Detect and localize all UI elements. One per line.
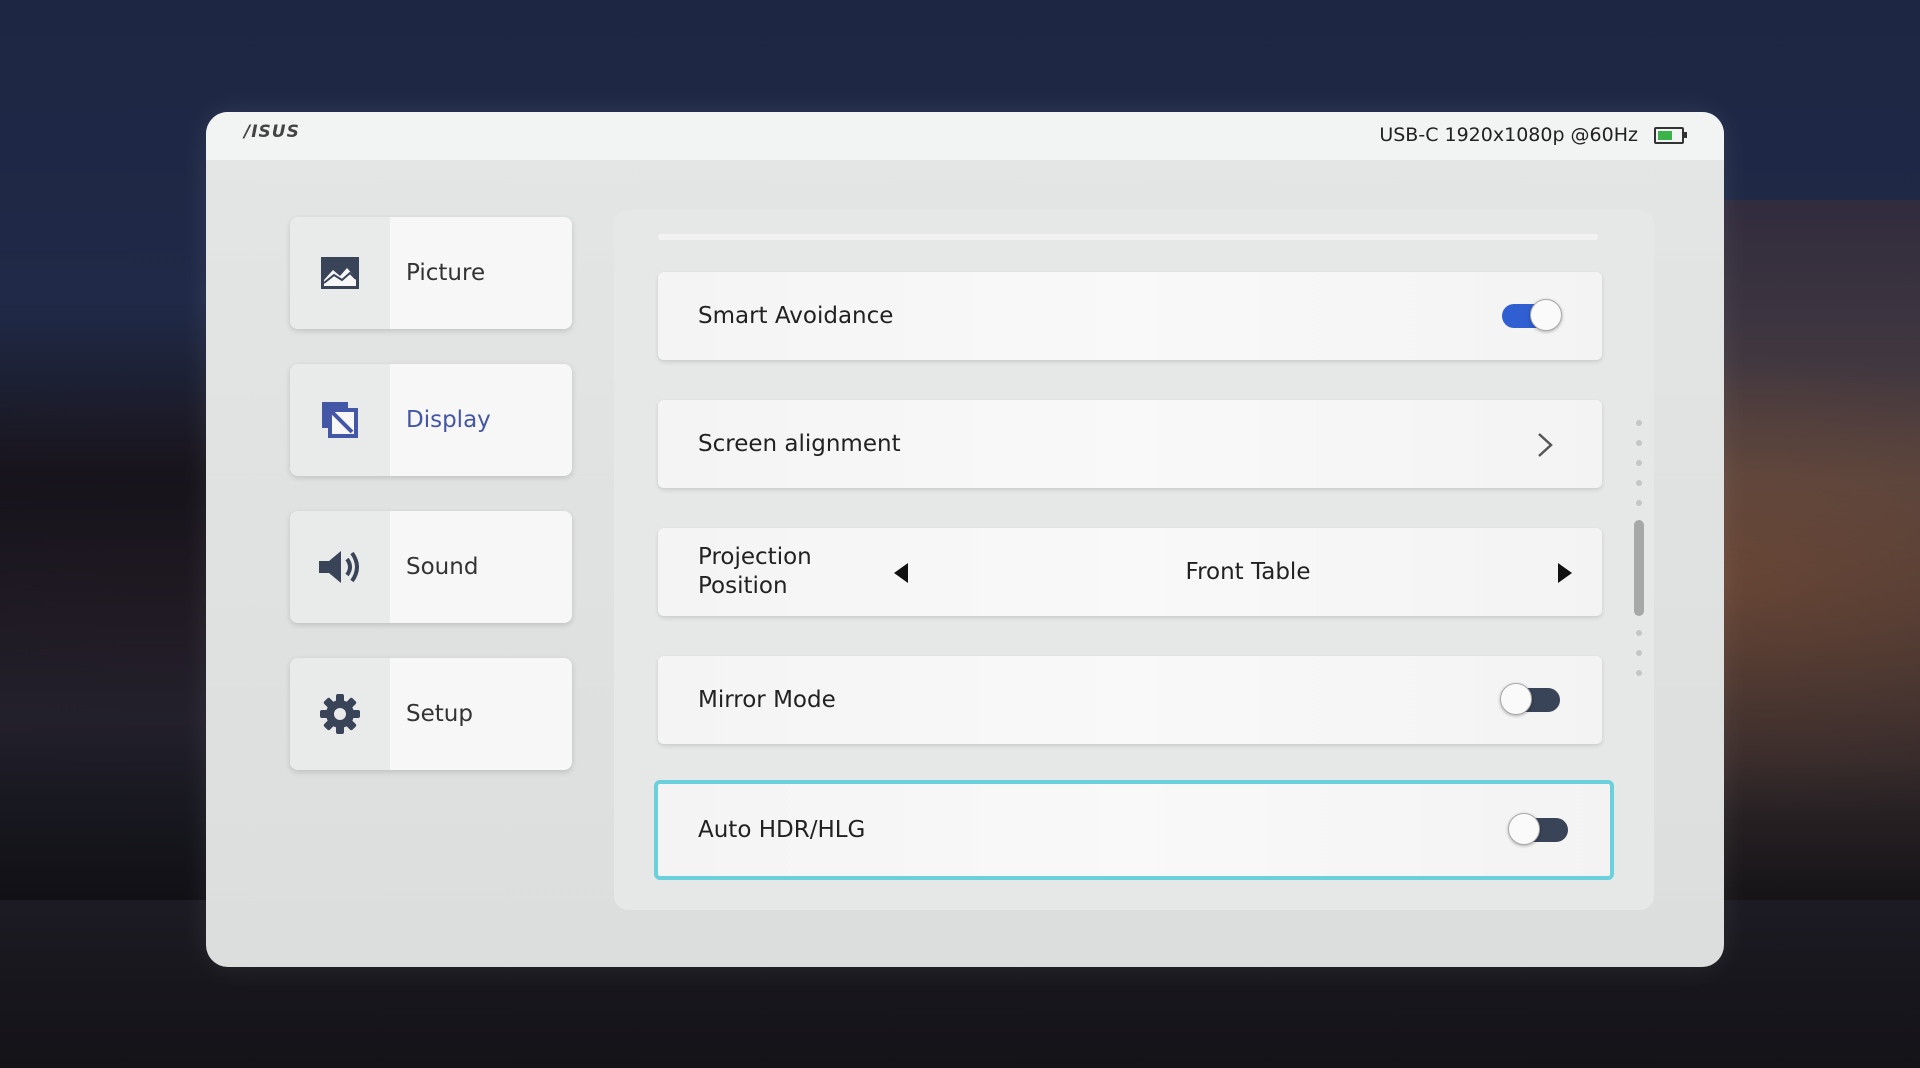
sidebar-item-sound[interactable]: Sound [290,511,572,623]
mirror-mode-label: Mirror Mode [698,686,836,713]
sidebar-nav: Picture Display Sound Setup [290,217,572,805]
projection-position-label-line1: Projection [698,544,812,570]
projection-position-label: Projection Position [698,543,812,601]
brand-logo: /ISUS [244,122,300,142]
display-icon [322,402,358,438]
projection-position-label-line2: Position [698,573,788,599]
scrollbar-thumb[interactable] [1634,520,1644,616]
screen-alignment-row[interactable]: Screen alignment [658,400,1602,488]
arrow-left-icon[interactable] [892,562,910,584]
auto-hdr-label: Auto HDR/HLG [698,816,866,843]
mirror-mode-toggle[interactable] [1500,683,1560,715]
projection-position-value: Front Table [1185,559,1311,585]
list-divider [658,234,1598,240]
sidebar-item-label: Display [406,407,491,433]
picture-icon [321,257,359,289]
speaker-icon [319,551,359,583]
scrollbar[interactable] [1632,420,1646,680]
sidebar-item-label: Sound [406,554,479,580]
chevron-right-icon [1538,433,1553,457]
top-bar: /ISUS USB-C 1920x1080p @60Hz [206,112,1724,160]
sidebar-item-display[interactable]: Display [290,364,572,476]
sidebar-item-label: Picture [406,260,486,286]
display-settings-list: Smart Avoidance Screen alignment Project… [614,210,1654,910]
smart-avoidance-label: Smart Avoidance [698,302,894,329]
gear-icon [320,694,360,734]
settings-panel: /ISUS USB-C 1920x1080p @60Hz Picture Dis… [206,112,1724,967]
source-status: USB-C 1920x1080p @60Hz [1379,124,1687,146]
sidebar-item-label: Setup [406,701,473,727]
smart-avoidance-toggle[interactable] [1502,299,1562,331]
background-skyline [0,300,210,900]
auto-hdr-row[interactable]: Auto HDR/HLG [654,780,1614,880]
source-status-text: USB-C 1920x1080p @60Hz [1379,124,1638,146]
battery-icon [1654,126,1687,144]
projection-position-row[interactable]: Projection Position Front Table [658,528,1602,616]
arrow-right-icon[interactable] [1556,562,1574,584]
smart-avoidance-row[interactable]: Smart Avoidance [658,272,1602,360]
mirror-mode-row[interactable]: Mirror Mode [658,656,1602,744]
screen-alignment-label: Screen alignment [698,430,901,457]
sidebar-item-setup[interactable]: Setup [290,658,572,770]
background-bridge [1720,200,1920,900]
auto-hdr-toggle[interactable] [1508,813,1568,845]
sidebar-item-picture[interactable]: Picture [290,217,572,329]
